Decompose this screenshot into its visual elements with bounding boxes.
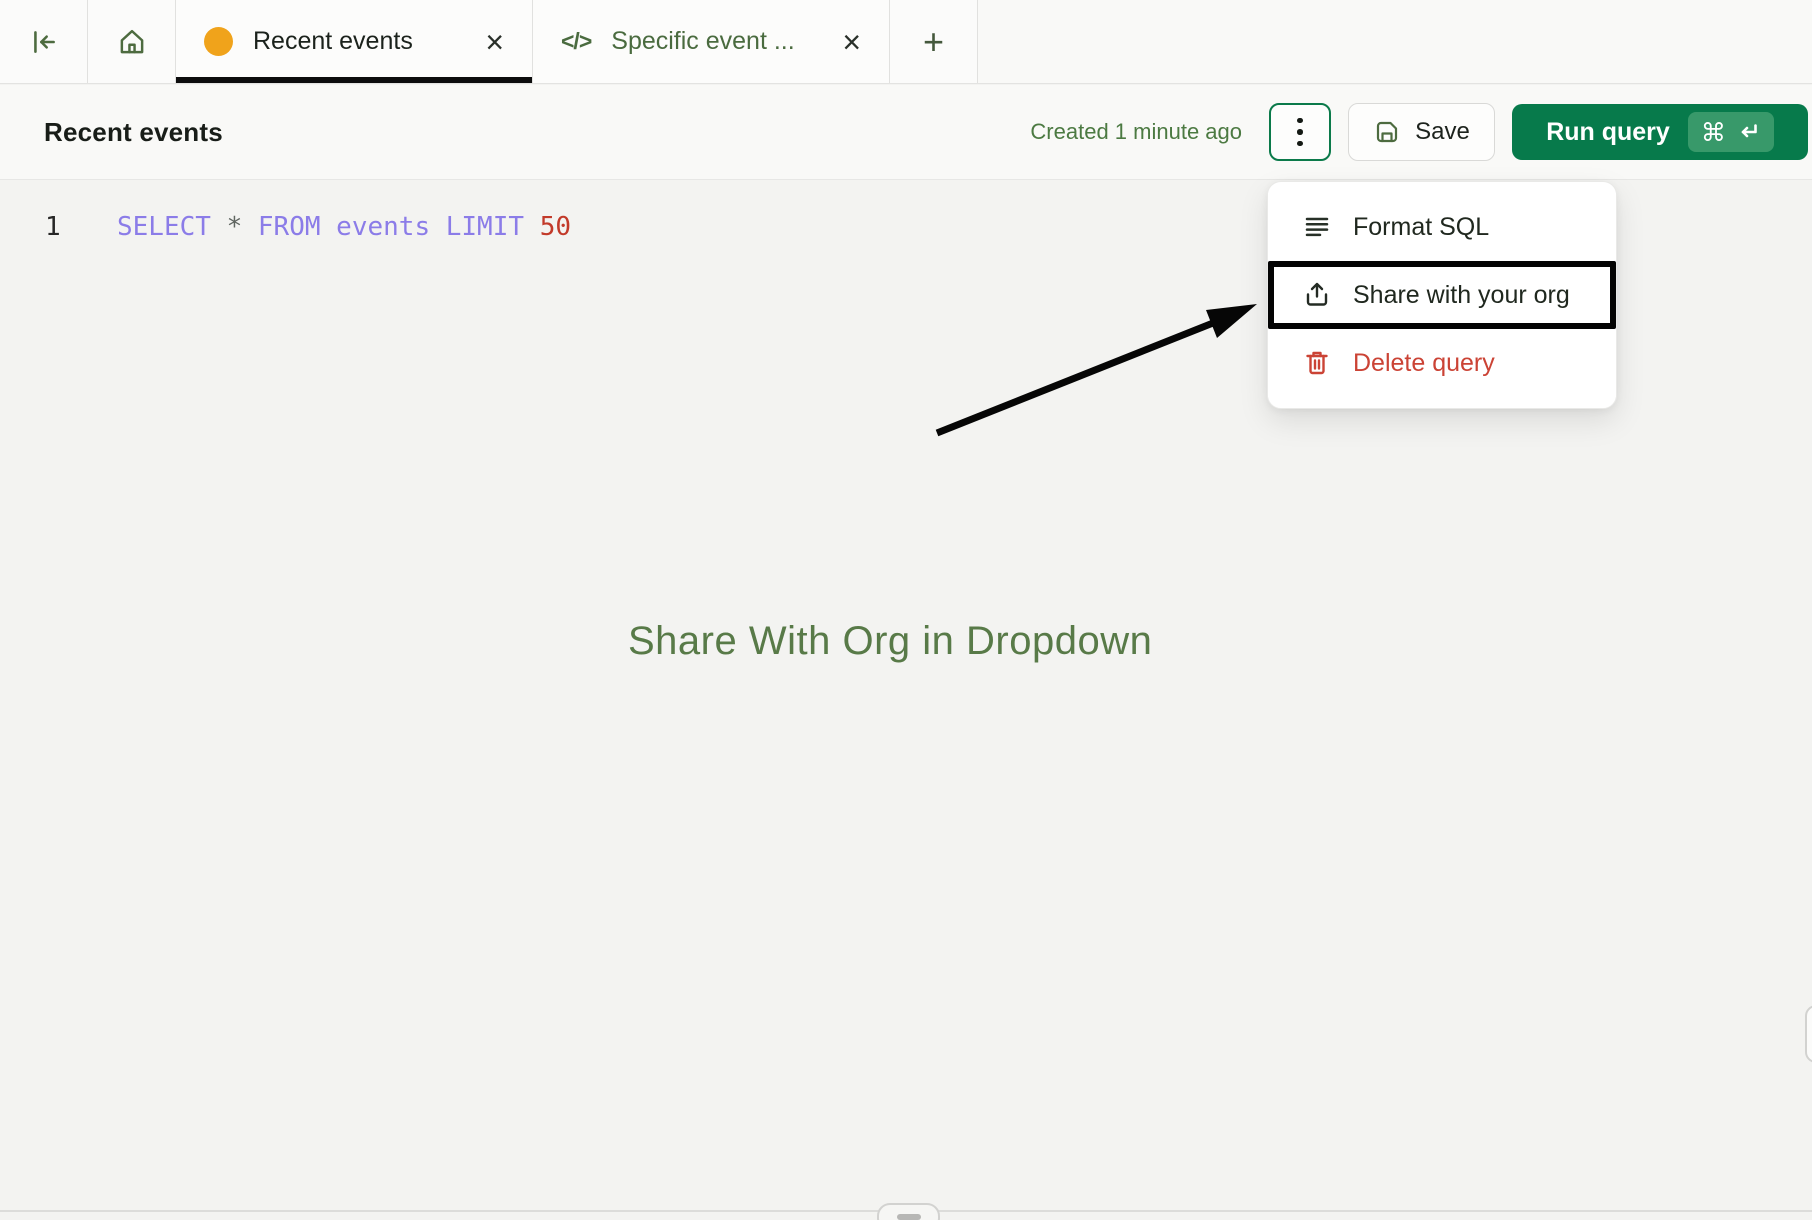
save-button[interactable]: Save bbox=[1348, 103, 1495, 161]
sql-keyword: FROM bbox=[258, 212, 321, 242]
menu-item-label: Delete query bbox=[1353, 349, 1495, 378]
sql-operator: * bbox=[227, 212, 243, 242]
return-key-icon bbox=[1735, 120, 1761, 144]
sql-keyword: SELECT bbox=[117, 212, 211, 242]
plus-icon: + bbox=[923, 24, 944, 60]
tab-label: Recent events bbox=[253, 27, 469, 56]
kebab-dot-icon bbox=[1297, 118, 1303, 124]
unsaved-changes-dot-icon bbox=[204, 27, 233, 56]
share-upload-icon bbox=[1302, 280, 1332, 310]
sql-editor[interactable]: 1 SELECT * FROM events LIMIT 50 Forma bbox=[0, 181, 1812, 1220]
close-tab-icon[interactable]: × bbox=[842, 26, 861, 58]
tab-recent-events[interactable]: Recent events × bbox=[176, 0, 533, 83]
keyboard-shortcut-badge: ⌘ bbox=[1688, 112, 1774, 152]
run-query-label: Run query bbox=[1546, 118, 1670, 147]
sql-code: SELECT * FROM events LIMIT 50 bbox=[117, 209, 571, 245]
page-title: Recent events bbox=[44, 117, 223, 148]
close-tab-icon[interactable]: × bbox=[485, 26, 504, 58]
created-timestamp: Created 1 minute ago bbox=[1030, 119, 1242, 145]
save-icon bbox=[1373, 118, 1401, 146]
home-icon bbox=[116, 26, 148, 58]
trash-icon bbox=[1302, 348, 1332, 378]
home-button[interactable] bbox=[88, 0, 176, 83]
tab-bar-spacer bbox=[978, 0, 1812, 83]
menu-item-share-with-org[interactable]: Share with your org bbox=[1268, 261, 1616, 329]
menu-item-label: Share with your org bbox=[1353, 281, 1570, 310]
drag-grip-icon bbox=[897, 1214, 921, 1220]
more-options-button[interactable] bbox=[1269, 103, 1331, 161]
menu-item-format-sql[interactable]: Format SQL bbox=[1268, 193, 1616, 261]
sql-keyword: LIMIT bbox=[446, 212, 524, 242]
save-label: Save bbox=[1415, 118, 1470, 146]
kebab-dot-icon bbox=[1297, 141, 1303, 147]
annotation-text: Share With Org in Dropdown bbox=[628, 619, 1152, 664]
kebab-dot-icon bbox=[1297, 129, 1303, 135]
tab-bar: Recent events × </> Specific event ... ×… bbox=[0, 0, 1812, 84]
query-header: Recent events Created 1 minute ago Save … bbox=[0, 85, 1812, 180]
line-number: 1 bbox=[45, 209, 71, 245]
collapse-sidebar-button[interactable] bbox=[0, 0, 88, 83]
sql-table-name: events bbox=[336, 212, 430, 242]
header-actions: Created 1 minute ago Save Run query ⌘ bbox=[1030, 103, 1808, 161]
code-icon: </> bbox=[561, 28, 591, 55]
tab-specific-event[interactable]: </> Specific event ... × bbox=[533, 0, 890, 83]
menu-item-delete-query[interactable]: Delete query bbox=[1268, 329, 1616, 397]
tab-label: Specific event ... bbox=[611, 27, 826, 56]
sql-query-editor-page: Recent events × </> Specific event ... ×… bbox=[0, 0, 1812, 1220]
new-tab-button[interactable]: + bbox=[890, 0, 978, 83]
command-key-icon: ⌘ bbox=[1701, 120, 1726, 145]
run-query-button[interactable]: Run query ⌘ bbox=[1512, 104, 1808, 160]
right-edge-handle[interactable] bbox=[1805, 1005, 1812, 1063]
format-lines-icon bbox=[1302, 212, 1332, 242]
dropdown-menu: Format SQL Share with your org bbox=[1267, 181, 1617, 409]
collapse-sidebar-icon bbox=[29, 27, 59, 57]
sql-number: 50 bbox=[540, 212, 571, 242]
menu-item-label: Format SQL bbox=[1353, 213, 1489, 242]
bottom-drag-handle[interactable] bbox=[877, 1203, 940, 1220]
